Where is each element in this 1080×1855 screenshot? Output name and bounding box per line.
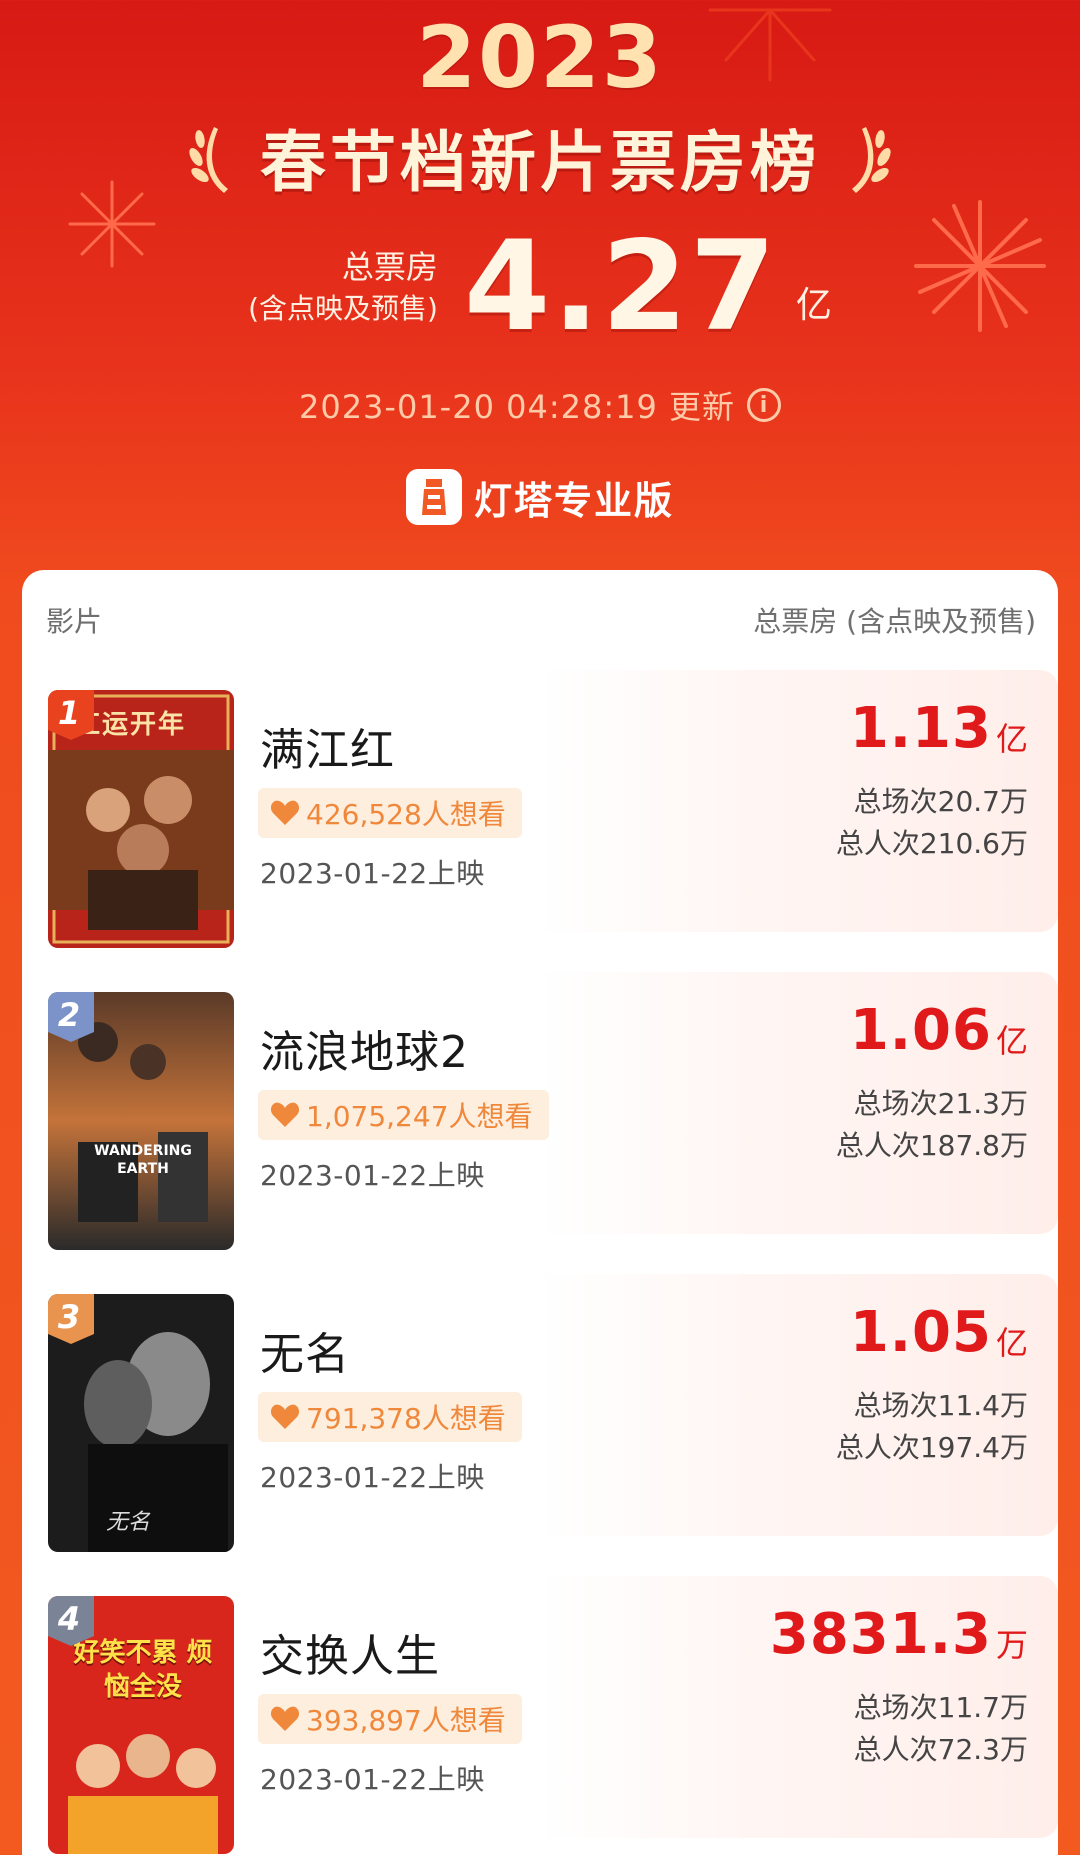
movie-poster[interactable]: 红运开年 1 — [48, 690, 234, 948]
total-label-line2: (含点映及预售) — [248, 292, 438, 325]
box-office: 1.05 亿 — [850, 1294, 1028, 1368]
box-office: 1.13 亿 — [850, 690, 1028, 764]
total-viewers: 总人次72.3万 — [853, 1733, 1028, 1766]
want-count: 1,075,247人想看 — [306, 1100, 533, 1133]
header-banner: 2023 春节档新片票房榜 总票房 (含点映及预售) 4.27 亿 2023-0… — [0, 0, 1080, 570]
want-count: 426,528人想看 — [306, 798, 506, 831]
rank-badge: 3 — [48, 1294, 96, 1346]
release-date: 2023-01-22上映 — [260, 1763, 485, 1796]
want-count: 393,897人想看 — [306, 1704, 506, 1737]
total-box-office: 总票房 (含点映及预售) 4.27 亿 — [0, 222, 1080, 352]
movie-title[interactable]: 交换人生 — [260, 1620, 440, 1684]
lighthouse-logo-icon — [405, 469, 462, 525]
total-shows: 总场次21.3万 — [853, 1087, 1028, 1120]
want-to-see-badge: 393,897人想看 — [258, 1694, 522, 1744]
box-office-unit: 亿 — [995, 1324, 1028, 1362]
total-label: 总票房 (含点映及预售) — [248, 245, 438, 329]
total-label-line1: 总票房 — [341, 248, 438, 286]
want-to-see-badge: 426,528人想看 — [258, 788, 522, 838]
box-office: 1.06 亿 — [850, 992, 1028, 1066]
rank-number: 2 — [57, 996, 81, 1034]
poster-caption: 无名 — [106, 1510, 151, 1535]
info-icon[interactable]: i — [747, 388, 782, 422]
release-date: 2023-01-22上映 — [260, 1461, 485, 1494]
want-count: 791,378人想看 — [306, 1402, 506, 1435]
total-viewers: 总人次187.8万 — [835, 1129, 1028, 1162]
movie-row[interactable]: 红运开年 1 满江红 426,528人想看 2023-01-22上映 1.13 … — [22, 670, 1058, 948]
rank-number: 4 — [57, 1600, 81, 1638]
total-unit: 亿 — [795, 285, 832, 326]
box-office: 3831.3 万 — [770, 1596, 1028, 1670]
total-value: 4.27 — [463, 215, 778, 359]
total-shows: 总场次20.7万 — [853, 785, 1028, 818]
rank-badge: 2 — [48, 992, 96, 1044]
rank-number: 3 — [57, 1298, 81, 1336]
release-date: 2023-01-22上映 — [260, 857, 485, 890]
box-office-unit: 亿 — [995, 1022, 1028, 1060]
release-date: 2023-01-22上映 — [260, 1159, 485, 1192]
box-office-value: 1.05 — [849, 1300, 992, 1365]
movie-poster[interactable]: 好笑不累 烦恼全没 4 — [48, 1596, 234, 1854]
column-film: 影片 — [46, 605, 103, 638]
total-viewers: 总人次210.6万 — [835, 827, 1028, 860]
update-time: 2023-01-20 04:28:19 更新 — [298, 388, 736, 426]
poster-caption: WANDERING EARTH — [94, 1143, 192, 1177]
box-office-unit: 亿 — [995, 720, 1028, 758]
want-to-see-badge: 791,378人想看 — [258, 1392, 522, 1442]
movie-poster[interactable]: WANDERING EARTH 2 — [48, 992, 234, 1250]
movie-row[interactable]: 无名 3 无名 791,378人想看 2023-01-22上映 1.05 亿 总… — [22, 1274, 1058, 1552]
movie-title[interactable]: 无名 — [260, 1318, 350, 1382]
update-time-row: 2023-01-20 04:28:19 更新 i — [0, 380, 1080, 430]
heart-icon — [270, 1706, 300, 1731]
box-office-value: 3831.3 — [769, 1602, 992, 1667]
want-to-see-badge: 1,075,247人想看 — [258, 1090, 549, 1140]
total-viewers: 总人次197.4万 — [835, 1431, 1028, 1464]
year-heading: 2023 — [416, 8, 664, 108]
movie-title[interactable]: 满江红 — [260, 714, 395, 778]
movie-poster[interactable]: 无名 3 — [48, 1294, 234, 1552]
heart-icon — [270, 800, 300, 825]
rank-number: 1 — [57, 694, 81, 732]
laurel-right-icon — [852, 127, 891, 193]
ranking-card: 影片 总票房 (含点映及预售) 红运开年 1 满江红 426,528人想看 20… — [22, 570, 1058, 1855]
brand-row: 灯塔专业版 — [0, 465, 1080, 529]
box-office-value: 1.06 — [849, 998, 992, 1063]
column-box-office: 总票房 (含点映及预售) — [753, 605, 1036, 638]
page-title: 春节档新片票房榜 — [260, 124, 820, 201]
table-header: 影片 总票房 (含点映及预售) — [22, 570, 1058, 670]
box-office-value: 1.13 — [849, 696, 992, 761]
movie-title[interactable]: 流浪地球2 — [260, 1016, 469, 1080]
movie-row[interactable]: 好笑不累 烦恼全没 4 交换人生 393,897人想看 2023-01-22上映… — [22, 1576, 1058, 1854]
total-shows: 总场次11.4万 — [853, 1389, 1028, 1422]
box-office-unit: 万 — [995, 1626, 1028, 1664]
rank-badge: 4 — [48, 1596, 96, 1648]
heart-icon — [270, 1102, 300, 1127]
title-row: 春节档新片票房榜 — [0, 112, 1080, 202]
brand-name: 灯塔专业版 — [473, 478, 674, 523]
movie-row[interactable]: WANDERING EARTH 2 流浪地球2 1,075,247人想看 202… — [22, 972, 1058, 1250]
total-shows: 总场次11.7万 — [853, 1691, 1028, 1724]
heart-icon — [270, 1404, 300, 1429]
laurel-left-icon — [189, 127, 228, 193]
rank-badge: 1 — [48, 690, 96, 742]
